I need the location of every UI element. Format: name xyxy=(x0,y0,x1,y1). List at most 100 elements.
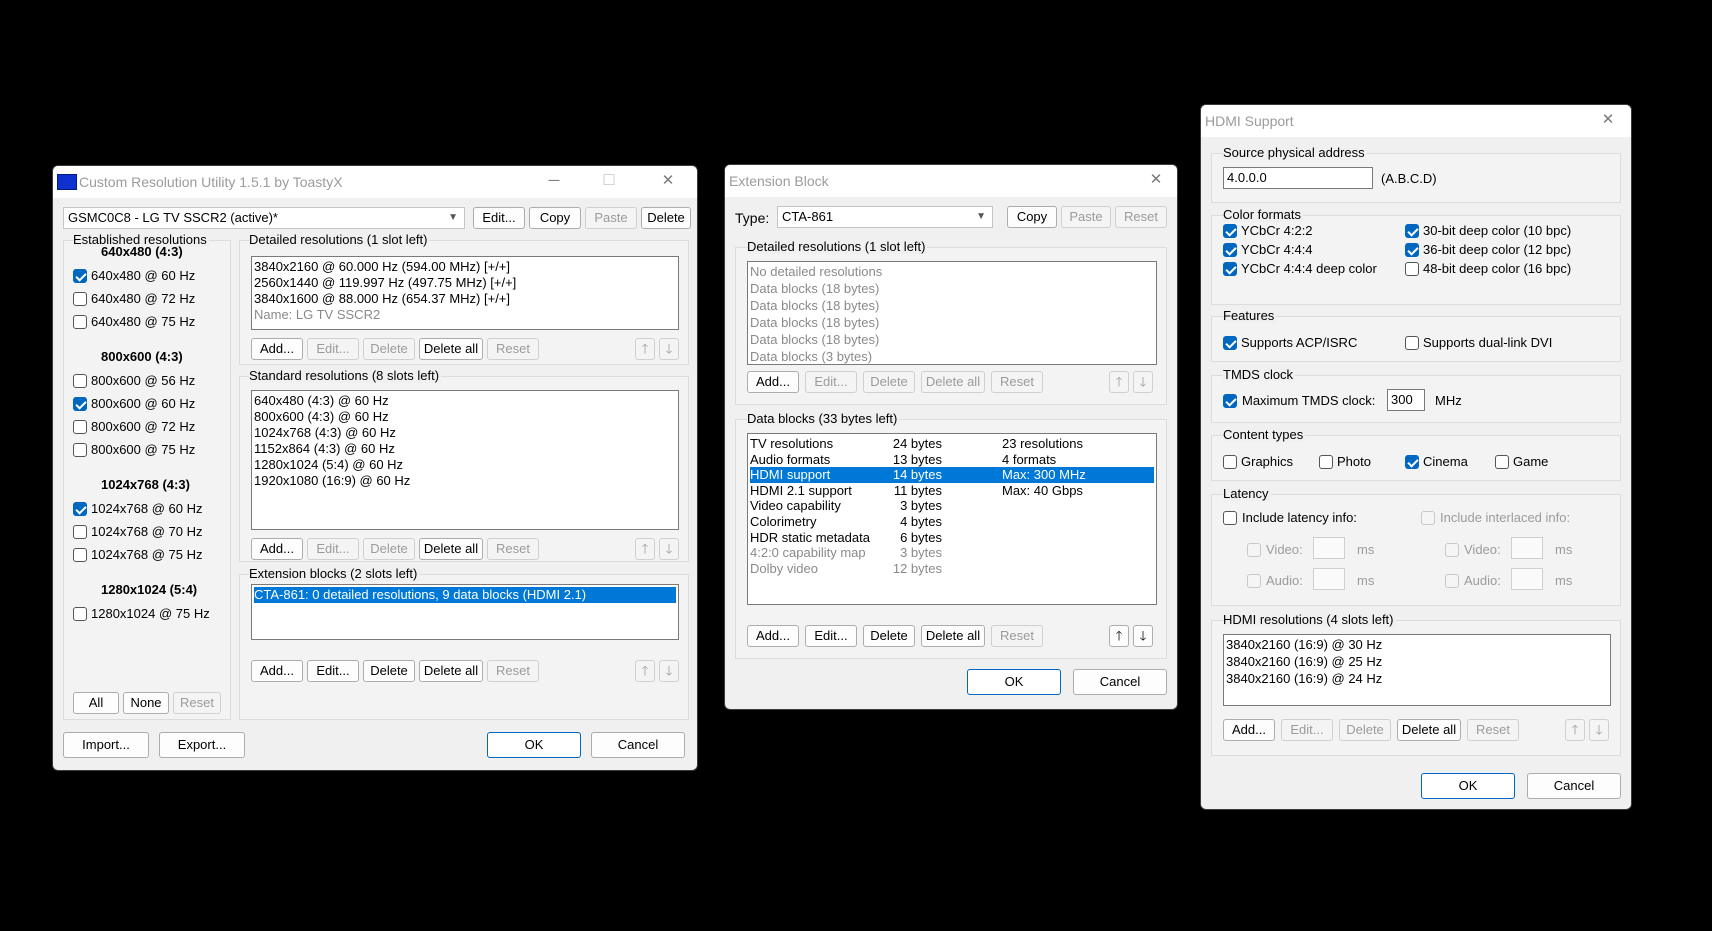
color-format-checkbox[interactable] xyxy=(1405,262,1419,276)
detailed-list[interactable]: 3840x2160 @ 60.000 Hz (594.00 MHz) [+/+]… xyxy=(251,256,679,330)
title-bar[interactable]: Custom Resolution Utility 1.5.1 by Toast… xyxy=(53,166,697,198)
table-row[interactable]: Dolby video 12 bytes xyxy=(750,561,1154,577)
copy-button[interactable]: Copy xyxy=(529,207,581,229)
table-row[interactable]: Audio formats 13 bytes 4 formats xyxy=(750,452,1154,468)
add-button[interactable]: Add... xyxy=(1223,719,1275,741)
established-checkbox[interactable] xyxy=(73,607,87,621)
feature-checkbox[interactable] xyxy=(1405,336,1419,350)
list-item[interactable]: 3840x2160 (16:9) @ 24 Hz xyxy=(1226,671,1608,687)
add-button[interactable]: Add... xyxy=(251,338,303,360)
table-row[interactable]: HDR static metadata 6 bytes xyxy=(750,530,1154,546)
list-item[interactable]: 800x600 (4:3) @ 60 Hz xyxy=(254,409,676,425)
list-item[interactable]: 3840x2160 (16:9) @ 30 Hz xyxy=(1226,637,1608,653)
table-row[interactable]: Colorimetry 4 bytes xyxy=(750,514,1154,530)
close-button[interactable]: ✕ xyxy=(1145,169,1167,191)
edit-button[interactable]: Edit... xyxy=(307,538,359,560)
cancel-button[interactable]: Cancel xyxy=(591,732,685,758)
type-select[interactable]: CTA-861 ▼ xyxy=(777,206,993,228)
color-format-checkbox[interactable] xyxy=(1223,262,1237,276)
color-format-checkbox[interactable] xyxy=(1405,243,1419,257)
list-item[interactable]: Name: LG TV SSCR2 xyxy=(254,307,676,323)
delete-all-button[interactable]: Delete all xyxy=(1397,719,1461,741)
reset-button[interactable]: Reset xyxy=(991,371,1043,393)
move-up-button[interactable]: 🡑 xyxy=(635,338,655,360)
tmds-clock-input[interactable]: 300 xyxy=(1387,389,1425,411)
color-format-checkbox[interactable] xyxy=(1405,224,1419,238)
list-item[interactable]: Data blocks (3 bytes) xyxy=(750,349,1154,364)
video-latency-input[interactable] xyxy=(1313,537,1345,559)
reset-button[interactable]: Reset xyxy=(1115,206,1167,228)
list-item[interactable]: Data blocks (18 bytes) xyxy=(750,298,1154,314)
established-checkbox[interactable] xyxy=(73,315,87,329)
move-up-button[interactable]: 🡑 xyxy=(1109,625,1129,647)
add-button[interactable]: Add... xyxy=(251,660,303,682)
export-button[interactable]: Export... xyxy=(159,732,245,758)
list-item[interactable]: 1280x1024 (5:4) @ 60 Hz xyxy=(254,457,676,473)
title-bar[interactable]: HDMI Support ✕ xyxy=(1201,105,1631,137)
list-item[interactable]: No detailed resolutions xyxy=(750,264,1154,280)
delete-all-button[interactable]: Delete all xyxy=(921,625,985,647)
table-row[interactable]: HDMI 2.1 support 11 bytes Max: 40 Gbps xyxy=(750,483,1154,499)
include-interlaced-checkbox[interactable] xyxy=(1421,511,1435,525)
title-bar[interactable]: Extension Block ✕ xyxy=(725,165,1177,197)
list-item[interactable]: CTA-861: 0 detailed resolutions, 9 data … xyxy=(254,587,676,603)
delete-button[interactable]: Delete xyxy=(863,371,915,393)
color-format-checkbox[interactable] xyxy=(1223,243,1237,257)
standard-list[interactable]: 640x480 (4:3) @ 60 Hz 800x600 (4:3) @ 60… xyxy=(251,390,679,530)
move-down-button[interactable]: 🡓 xyxy=(659,338,679,360)
paste-button[interactable]: Paste xyxy=(585,207,637,229)
include-latency-checkbox[interactable] xyxy=(1223,511,1237,525)
cancel-button[interactable]: Cancel xyxy=(1527,773,1621,799)
tmds-checkbox[interactable] xyxy=(1223,394,1237,408)
reset-button[interactable]: Reset xyxy=(487,538,539,560)
delete-button[interactable]: Delete xyxy=(863,625,915,647)
list-item[interactable]: Data blocks (18 bytes) xyxy=(750,332,1154,348)
move-down-button[interactable]: 🡓 xyxy=(659,660,679,682)
established-checkbox[interactable] xyxy=(73,420,87,434)
ok-button[interactable]: OK xyxy=(967,669,1061,695)
ok-button[interactable]: OK xyxy=(1421,773,1515,799)
reset-button[interactable]: Reset xyxy=(487,660,539,682)
none-button[interactable]: None xyxy=(123,692,169,714)
close-button[interactable]: ✕ xyxy=(657,170,679,192)
add-button[interactable]: Add... xyxy=(747,625,799,647)
established-checkbox[interactable] xyxy=(73,374,87,388)
established-checkbox[interactable] xyxy=(73,502,87,516)
reset-button[interactable]: Reset xyxy=(487,338,539,360)
reset-button[interactable]: Reset xyxy=(1467,719,1519,741)
reset-button[interactable]: Reset xyxy=(991,625,1043,647)
established-checkbox[interactable] xyxy=(73,443,87,457)
ext-detailed-list[interactable]: No detailed resolutions Data blocks (18 … xyxy=(747,261,1157,365)
established-checkbox[interactable] xyxy=(73,525,87,539)
content-type-checkbox[interactable] xyxy=(1405,455,1419,469)
list-item[interactable]: 1024x768 (4:3) @ 60 Hz xyxy=(254,425,676,441)
audio-latency-checkbox[interactable] xyxy=(1247,574,1261,588)
paste-button[interactable]: Paste xyxy=(1061,206,1111,228)
delete-button[interactable]: Delete xyxy=(363,338,415,360)
move-down-button[interactable]: 🡓 xyxy=(1133,371,1153,393)
move-down-button[interactable]: 🡓 xyxy=(1133,625,1153,647)
minimize-button[interactable]: ─ xyxy=(543,170,565,192)
delete-button[interactable]: Delete xyxy=(363,660,415,682)
data-blocks-list[interactable]: TV resolutions 24 bytes 23 resolutions Audi… xyxy=(747,433,1157,605)
close-button[interactable]: ✕ xyxy=(1597,109,1619,131)
source-address-input[interactable]: 4.0.0.0 xyxy=(1223,167,1373,189)
add-button[interactable]: Add... xyxy=(251,538,303,560)
list-item[interactable]: 3840x2160 (16:9) @ 25 Hz xyxy=(1226,654,1608,670)
content-type-checkbox[interactable] xyxy=(1495,455,1509,469)
move-up-button[interactable]: 🡑 xyxy=(1565,719,1585,741)
interlaced-audio-input[interactable] xyxy=(1511,568,1543,590)
content-type-checkbox[interactable] xyxy=(1319,455,1333,469)
edit-button[interactable]: Edit... xyxy=(805,625,857,647)
edit-button[interactable]: Edit... xyxy=(1281,719,1333,741)
all-button[interactable]: All xyxy=(73,692,119,714)
edit-monitor-button[interactable]: Edit... xyxy=(473,207,525,229)
delete-all-button[interactable]: Delete all xyxy=(921,371,985,393)
edit-button[interactable]: Edit... xyxy=(307,338,359,360)
edit-button[interactable]: Edit... xyxy=(805,371,857,393)
delete-all-button[interactable]: Delete all xyxy=(419,660,483,682)
list-item[interactable]: 1152x864 (4:3) @ 60 Hz xyxy=(254,441,676,457)
list-item[interactable]: 3840x2160 @ 60.000 Hz (594.00 MHz) [+/+] xyxy=(254,259,676,275)
list-item[interactable]: Data blocks (18 bytes) xyxy=(750,315,1154,331)
table-row[interactable]: TV resolutions 24 bytes 23 resolutions xyxy=(750,436,1154,452)
